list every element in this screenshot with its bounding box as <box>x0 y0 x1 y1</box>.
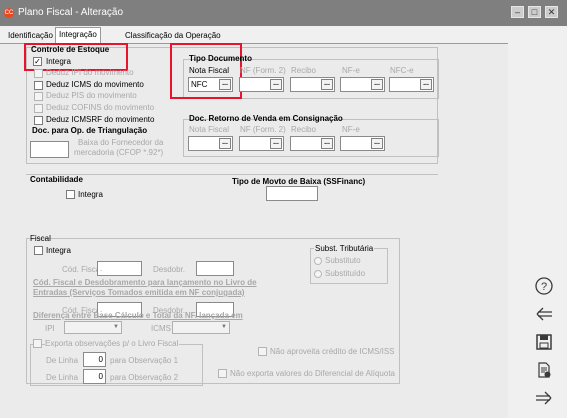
nao-aproveita-checkbox[interactable] <box>258 347 267 356</box>
nao-exporta-label: Não exporta valores do Diferencial de Al… <box>230 369 395 378</box>
retorno-nfe-lookup-button[interactable]: ... <box>371 138 383 149</box>
help-icon: ? <box>535 277 553 295</box>
tipo-doc-nf-form2-label: NF (Form. 2) <box>240 66 286 75</box>
contabilidade-title: Contabilidade <box>30 175 83 184</box>
desdobr-label: Desdobr. <box>153 265 186 274</box>
subst-tributaria-title: Subst. Tributária <box>314 244 375 254</box>
tipo-doc-nfe-lookup-button[interactable]: ... <box>371 79 383 90</box>
diferenca-title: Diferença entre Base Cálculo e Total da … <box>33 311 243 320</box>
cod-desdobr-title-2: Entradas (Serviços Tomados emitida em NF… <box>33 288 245 297</box>
retorno-recibo-label: Recibo <box>291 125 316 134</box>
retorno-nfe-label: NF-e <box>342 125 360 134</box>
substituido-label: Substituído <box>325 269 366 278</box>
de-linha-2-label: De Linha <box>46 373 79 382</box>
tab-classificacao-operacao[interactable]: Classificação da Operação <box>122 29 224 43</box>
exporta-obs-label: Exporta observações p/ o Livro Fiscal <box>45 339 180 349</box>
retorno-nota-fiscal-label: Nota Fiscal <box>189 125 230 134</box>
nao-aproveita-label: Não aproveita crédito de ICMS/ISS <box>270 347 395 356</box>
chevron-down-icon: ▼ <box>221 324 227 330</box>
tipo-doc-nfe-label: NF-e <box>342 66 360 75</box>
tipo-doc-nfce-lookup-button[interactable]: ... <box>420 79 432 90</box>
nota-fiscal-value: NFC <box>191 80 208 89</box>
deduz-pis-label: Deduz PIS do movimento <box>46 91 137 100</box>
contabilidade-integra-label: Integra <box>78 190 103 199</box>
report-button[interactable] <box>533 360 555 382</box>
movto-baixa-input[interactable] <box>266 186 318 201</box>
cod-desdobr-title-1: Cód. Fiscal e Desdobramento para lançame… <box>33 278 257 287</box>
triangulacao-label-1: Baixa do Fornecedor da <box>78 138 164 147</box>
para-obs-2-label: para Observação 2 <box>110 373 179 382</box>
para-obs-1-label: para Observação 1 <box>110 356 179 365</box>
ipi-select[interactable]: ▼ <box>64 321 122 334</box>
triangulacao-title: Doc. para Op. de Triangulação <box>32 126 148 135</box>
retorno-nf-form2-label: NF (Form. 2) <box>240 125 286 134</box>
deduz-icmsrf-checkbox[interactable] <box>34 116 43 125</box>
de-linha-1-label: De Linha <box>46 356 79 365</box>
arrow-left-icon <box>536 307 552 321</box>
retorno-recibo-lookup-button[interactable]: ... <box>321 138 333 149</box>
triangulacao-label-2: mercadoria (CFOP *.92*) <box>74 148 164 157</box>
estoque-integra-label: Integra <box>46 57 71 66</box>
tipo-doc-recibo-label: Recibo <box>291 66 316 75</box>
substituto-label: Substituto <box>325 256 361 265</box>
deduz-icms-label: Deduz ICMS do movimento <box>46 80 144 89</box>
desdobr-input[interactable] <box>196 261 234 276</box>
arrow-right-icon <box>536 391 552 405</box>
retorno-nf-form2-lookup-button[interactable]: ... <box>270 138 282 149</box>
cod-fiscal-label: Cód. Fiscal <box>62 265 103 274</box>
floppy-disk-icon <box>536 334 552 350</box>
estoque-title: Controle de Estoque <box>31 45 110 54</box>
minimize-button[interactable]: – <box>511 6 524 18</box>
tipo-doc-recibo-lookup-button[interactable]: ... <box>321 79 333 90</box>
exporta-obs-checkbox[interactable] <box>33 339 42 348</box>
tipo-doc-nota-fiscal-label: Nota Fiscal <box>189 66 230 75</box>
svg-text:?: ? <box>541 281 547 293</box>
deduz-ipi-label: Deduz IPI do movimento <box>46 68 134 77</box>
deduz-pis-checkbox[interactable] <box>34 92 43 101</box>
deduz-icms-checkbox[interactable] <box>34 81 43 90</box>
tipo-doc-nfce-label: NFC-e <box>390 66 414 75</box>
contabilidade-divider <box>26 174 438 175</box>
help-button[interactable]: ? <box>533 276 555 298</box>
save-button[interactable] <box>533 332 555 354</box>
substituido-radio[interactable] <box>314 270 322 278</box>
ipi-label: IPI <box>45 324 55 333</box>
deduz-icmsrf-label: Deduz ICMSRF do movimento <box>46 115 155 124</box>
retorno-title: Doc. Retorno de Venda em Consignação <box>189 114 343 123</box>
movto-baixa-title: Tipo de Movto de Baixa (SSFinanc) <box>232 177 366 186</box>
contabilidade-integra-checkbox[interactable] <box>66 190 75 199</box>
deduz-cofins-label: Deduz COFINS do movimento <box>46 103 155 112</box>
retorno-nota-fiscal-lookup-button[interactable]: ... <box>219 138 231 149</box>
cod-fiscal-input[interactable]: . <box>97 261 142 276</box>
fiscal-integra-label: Integra <box>46 246 71 255</box>
estoque-integra-checkbox[interactable]: ✓ <box>33 57 42 66</box>
close-button[interactable]: ✕ <box>545 6 558 18</box>
linha-1-input[interactable]: 0 <box>83 352 106 367</box>
tab-identificacao[interactable]: Identificação <box>5 29 56 43</box>
fiscal-title: Fiscal <box>30 234 51 243</box>
linha-2-input[interactable]: 0 <box>83 369 106 384</box>
tipo-doc-nota-fiscal-lookup-button[interactable]: ... <box>219 79 231 90</box>
linha-2-value: 0 <box>98 372 103 381</box>
forward-button[interactable] <box>533 388 555 410</box>
back-button[interactable] <box>533 304 555 326</box>
window-title: Plano Fiscal - Alteração <box>18 7 124 18</box>
maximize-button[interactable]: □ <box>528 6 541 18</box>
tab-integracao[interactable]: Integração <box>55 27 101 44</box>
fiscal-integra-checkbox[interactable] <box>34 246 43 255</box>
deduz-cofins-checkbox[interactable] <box>34 104 43 113</box>
substituto-radio[interactable] <box>314 257 322 265</box>
chevron-down-icon: ▼ <box>113 324 119 330</box>
cod-fiscal-value: . <box>100 264 103 273</box>
tipo-documento-title: Tipo Documento <box>189 54 252 63</box>
tipo-doc-nf-form2-lookup-button[interactable]: ... <box>270 79 282 90</box>
icms-select[interactable]: ▼ <box>172 321 230 334</box>
triangulacao-input[interactable] <box>30 141 69 158</box>
report-icon <box>538 362 551 378</box>
icms-label: ICMS <box>151 324 171 333</box>
app-icon: CC <box>4 8 14 18</box>
nao-exporta-checkbox[interactable] <box>218 369 227 378</box>
linha-1-value: 0 <box>98 355 103 364</box>
deduz-ipi-checkbox[interactable] <box>34 69 43 78</box>
